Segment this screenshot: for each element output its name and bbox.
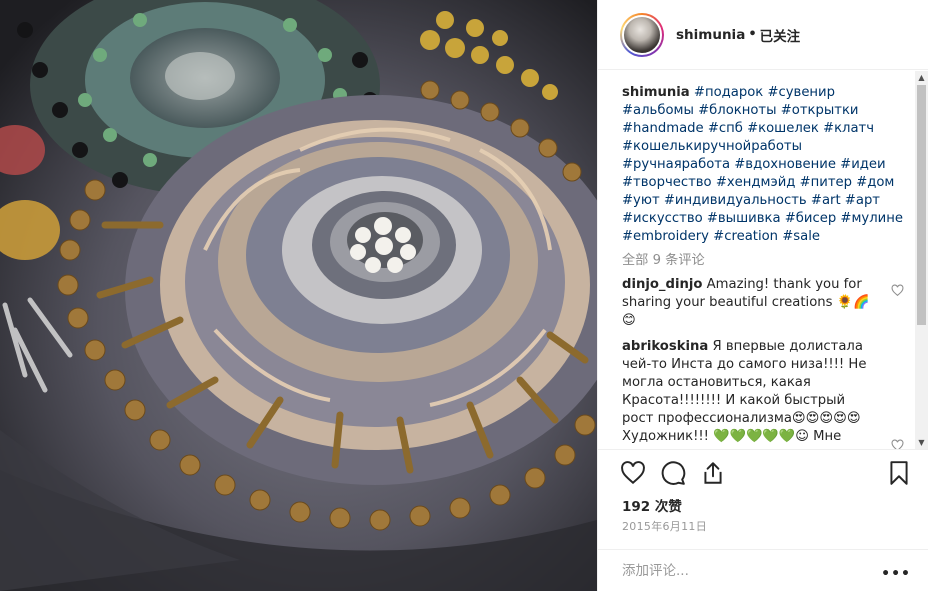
heart-outline-icon[interactable]	[620, 460, 646, 486]
caption: shimunia #подарок #сувенир #альбомы #бло…	[622, 84, 904, 246]
post-photo[interactable]	[0, 0, 597, 591]
post-header: shimunia • 已关注	[598, 0, 928, 70]
scroll-thumb[interactable]	[917, 85, 926, 325]
post-actions: 192 次赞 2015年6月11日 •••	[598, 449, 928, 591]
view-all-comments-link[interactable]: 全部 9 条评论	[622, 252, 904, 270]
share-upload-icon[interactable]	[700, 460, 726, 486]
header-separator: •	[748, 27, 757, 42]
follow-button[interactable]: 已关注	[760, 25, 801, 45]
comment-text: Я впервые долистала чей-то Инста до само…	[622, 339, 867, 444]
caption-username-link[interactable]: shimunia	[622, 85, 690, 100]
likes-count[interactable]: 192 次赞	[622, 495, 682, 515]
heart-outline-icon[interactable]	[891, 284, 904, 297]
comment-item: abrikoskina Я впервые долистала чей-то И…	[622, 338, 904, 449]
comment-username-link[interactable]: abrikoskina	[622, 339, 708, 354]
header-username-link[interactable]: shimunia	[676, 27, 745, 43]
scroll-up-arrow[interactable]: ▲	[915, 71, 928, 84]
more-options-button[interactable]: •••	[881, 566, 911, 582]
post-date[interactable]: 2015年6月11日	[622, 518, 707, 534]
avatar[interactable]	[620, 12, 664, 57]
heart-outline-icon[interactable]	[891, 439, 904, 449]
caption-hashtags[interactable]: #подарок #сувенир #альбомы #блокноты #от…	[622, 85, 903, 244]
post-side-panel: shimunia • 已关注 shimunia #подарок #сувени…	[597, 0, 928, 591]
scroll-down-arrow[interactable]: ▼	[915, 436, 928, 449]
add-comment-bar: •••	[598, 549, 928, 591]
comment-item: dinjo_dinjo Amazing! thank you for shari…	[622, 276, 904, 330]
comments-scrollbar[interactable]: ▲ ▼	[915, 71, 928, 449]
add-comment-input[interactable]	[622, 563, 872, 579]
comment-username-link[interactable]: dinjo_dinjo	[622, 277, 702, 292]
bookmark-icon[interactable]	[886, 460, 912, 486]
comments-list: shimunia #подарок #сувенир #альбомы #бло…	[598, 71, 916, 449]
comment-bubble-icon[interactable]	[660, 460, 686, 486]
embroidery-image	[0, 0, 597, 591]
